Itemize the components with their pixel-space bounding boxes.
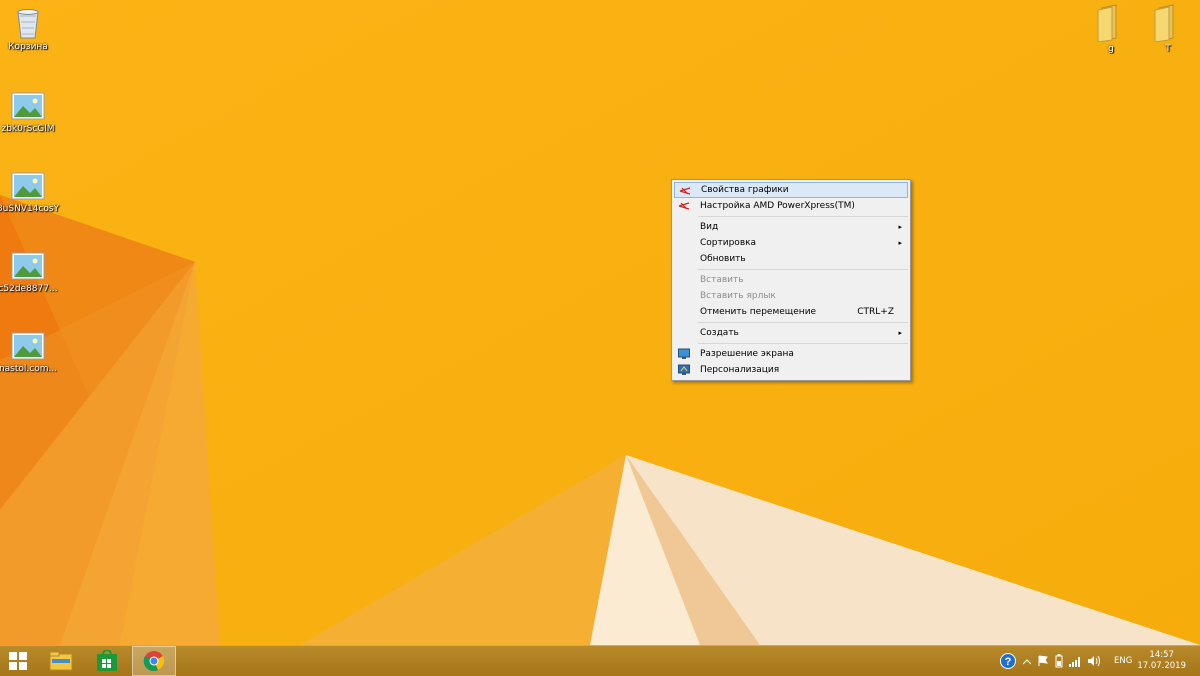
power-icon[interactable] xyxy=(1053,654,1065,668)
menu-item-label: Создать xyxy=(700,328,739,338)
desktop-icon-image-2[interactable]: 8uSNV14cosY xyxy=(0,172,63,214)
image-file-icon xyxy=(11,252,45,280)
menu-item-amd-powerxpress[interactable]: Настройка AMD PowerXpress(TM) xyxy=(674,198,908,214)
help-icon[interactable]: ? xyxy=(1000,653,1016,669)
folder-icon xyxy=(1154,4,1174,42)
menu-item-undo-move[interactable]: Отменить перемещение CTRL+Z xyxy=(674,304,908,320)
menu-item-paste-shortcut: Вставить ярлык xyxy=(674,288,908,304)
wallpaper xyxy=(0,0,1200,645)
recycle-bin-icon xyxy=(17,9,39,39)
menu-item-view[interactable]: Вид ▸ xyxy=(674,219,908,235)
menu-item-label: Настройка AMD PowerXpress(TM) xyxy=(700,201,855,211)
clock[interactable]: 14:57 17.07.2019 xyxy=(1137,650,1186,672)
svg-text:?: ? xyxy=(1005,656,1012,668)
menu-item-label: Персонализация xyxy=(700,365,780,375)
menu-item-label: Вставить ярлык xyxy=(700,291,776,301)
chrome-icon xyxy=(143,651,165,671)
submenu-arrow-icon: ▸ xyxy=(898,329,902,337)
submenu-arrow-icon: ▸ xyxy=(898,239,902,247)
menu-item-label: Отменить перемещение xyxy=(700,307,817,317)
language-indicator[interactable]: ENG xyxy=(1114,656,1132,666)
desktop-icon-label: T xyxy=(1165,44,1171,54)
menu-item-refresh[interactable]: Обновить xyxy=(674,251,908,267)
tray-overflow-icon[interactable] xyxy=(1023,658,1031,666)
folder-icon xyxy=(1097,4,1117,42)
menu-item-sort[interactable]: Сортировка ▸ xyxy=(674,235,908,251)
menu-item-label: Вид xyxy=(700,222,719,232)
menu-separator xyxy=(698,343,908,344)
menu-item-label: Свойства графики xyxy=(701,185,789,195)
taskbar: ? ENG 14:57 17.07.2019 xyxy=(0,645,1200,676)
amd-icon xyxy=(678,202,690,210)
desktop-icon-image-4[interactable]: nastol.com... xyxy=(0,332,63,374)
store-icon xyxy=(97,650,117,671)
menu-item-label: Сортировка xyxy=(700,238,757,248)
menu-separator xyxy=(698,216,908,217)
desktop-icon-image-1[interactable]: zbk0rScGlM xyxy=(0,92,63,134)
desktop-icon-label: nastol.com... xyxy=(0,364,58,374)
menu-item-label: Обновить xyxy=(700,254,746,264)
menu-separator xyxy=(698,322,908,323)
menu-item-personalize[interactable]: Персонализация xyxy=(674,362,908,378)
desktop-context-menu: Свойства графики Настройка AMD PowerXpre… xyxy=(671,179,911,381)
taskbar-store[interactable] xyxy=(88,646,126,676)
start-icon xyxy=(9,652,27,670)
desktop-icon-label: Корзина xyxy=(8,42,48,52)
taskbar-file-explorer[interactable] xyxy=(42,646,80,676)
clock-time: 14:57 xyxy=(1149,650,1174,660)
system-tray: ? xyxy=(995,646,1105,676)
desktop-icon-image-3[interactable]: c52de8877... xyxy=(0,252,63,294)
menu-item-label: Разрешение экрана xyxy=(700,349,794,359)
personalize-icon xyxy=(678,364,690,375)
taskbar-chrome[interactable] xyxy=(132,646,176,676)
menu-item-screen-resolution[interactable]: Разрешение экрана xyxy=(674,346,908,362)
volume-icon[interactable] xyxy=(1087,655,1101,667)
image-file-icon xyxy=(11,92,45,120)
menu-item-label: Вставить xyxy=(700,275,744,285)
image-file-icon xyxy=(11,172,45,200)
network-icon[interactable] xyxy=(1069,655,1083,667)
desktop-icon-recycle-bin[interactable]: Корзина xyxy=(0,4,63,52)
desktop-icon-folder-t[interactable]: T xyxy=(1133,4,1200,54)
start-button[interactable] xyxy=(0,646,36,676)
desktop[interactable]: Корзина zbk0rScGlM 8uSNV14cosY c52de8877… xyxy=(0,0,1200,645)
menu-item-shortcut: CTRL+Z xyxy=(857,307,894,317)
menu-item-paste: Вставить xyxy=(674,272,908,288)
submenu-arrow-icon: ▸ xyxy=(898,223,902,231)
menu-separator xyxy=(698,269,908,270)
desktop-icon-label: 8uSNV14cosY xyxy=(0,204,60,214)
clock-date: 17.07.2019 xyxy=(1137,661,1186,671)
display-icon xyxy=(678,348,690,359)
menu-item-new[interactable]: Создать ▸ xyxy=(674,325,908,341)
image-file-icon xyxy=(11,332,45,360)
amd-icon xyxy=(679,187,691,195)
flag-icon[interactable] xyxy=(1037,655,1049,667)
file-explorer-icon xyxy=(49,651,73,671)
desktop-icon-label: zbk0rScGlM xyxy=(1,124,55,134)
desktop-icon-label: c52de8877... xyxy=(0,284,58,294)
menu-item-graphics-properties[interactable]: Свойства графики xyxy=(674,182,908,198)
